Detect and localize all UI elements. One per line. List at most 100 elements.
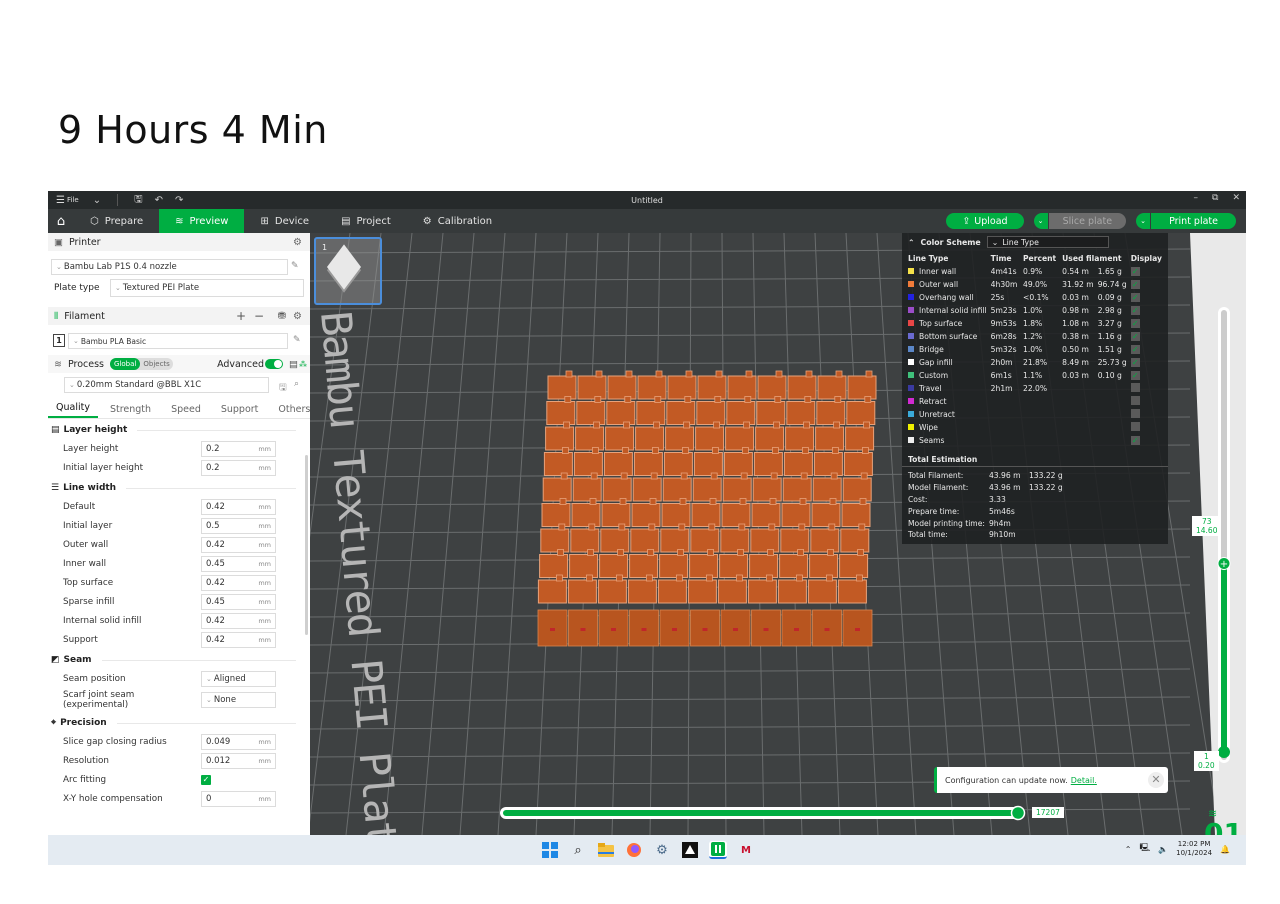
slice-plate-button[interactable]: Slice plate xyxy=(1048,213,1127,229)
redo-icon[interactable]: ↷ xyxy=(175,195,183,206)
compare-icon[interactable]: ⁂ xyxy=(299,360,307,369)
resolution-input[interactable]: 0.012 mm xyxy=(201,752,276,769)
collapse-icon[interactable]: ⌃ xyxy=(908,238,915,247)
list-view-icon[interactable]: ▤ xyxy=(289,359,298,370)
filament-settings-icon[interactable]: ⚙ xyxy=(293,311,302,322)
add-filament-icon[interactable]: + xyxy=(236,309,246,323)
display-checkbox[interactable] xyxy=(1130,396,1140,405)
global-objects-toggle[interactable]: Global Objects xyxy=(110,358,173,370)
settings-icon[interactable]: ⚙ xyxy=(653,841,671,859)
display-checkbox[interactable]: ✓ xyxy=(1130,332,1140,341)
grid-line xyxy=(310,696,1191,702)
display-checkbox[interactable]: ✓ xyxy=(1130,319,1140,328)
display-checkbox[interactable]: ✓ xyxy=(1130,436,1140,445)
autodesk-icon[interactable]: M xyxy=(737,841,755,859)
plate-type-label: Plate type xyxy=(54,283,100,293)
subtab-quality[interactable]: Quality xyxy=(48,402,98,418)
tab-preview[interactable]: ≋ Preview xyxy=(159,209,245,233)
scarf-joint-seam-select[interactable]: ⌄ None xyxy=(201,692,276,708)
print-plate-button[interactable]: Print plate xyxy=(1151,213,1236,229)
volume-icon[interactable]: 🔈 xyxy=(1158,845,1168,854)
plate-type-select[interactable]: ⌄ Textured PEI Plate xyxy=(110,279,304,297)
line-width-initial-layer-input[interactable]: 0.5 mm xyxy=(201,517,276,534)
save-preset-icon[interactable]: 🖫 xyxy=(279,380,287,396)
edit-icon[interactable]: ✎ xyxy=(291,261,299,271)
filament-sync-icon[interactable]: ⛃ xyxy=(278,311,286,322)
print-dropdown-toggle[interactable]: ⌄ xyxy=(1136,213,1151,229)
advanced-toggle[interactable] xyxy=(265,359,283,369)
file-explorer-icon[interactable] xyxy=(597,841,615,859)
seam-position-select[interactable]: ⌄ Aligned xyxy=(201,670,276,687)
file-menu[interactable]: ☰ File xyxy=(56,195,79,206)
sidebar-scrollbar[interactable] xyxy=(305,455,308,635)
initial-layer-height-input[interactable]: 0.2 mm xyxy=(201,459,276,476)
line-width-sparse-infill-input[interactable]: 0.45 mm xyxy=(201,593,276,610)
notification-detail-link[interactable]: Detail. xyxy=(1071,776,1097,785)
layer-height-input[interactable]: 0.2 mm xyxy=(201,440,276,457)
line-width-inner-wall-input[interactable]: 0.45 mm xyxy=(201,555,276,572)
bambu-studio-icon[interactable] xyxy=(709,841,727,859)
printer-select[interactable]: ⌄ Bambu Lab P1S 0.4 nozzle xyxy=(51,259,288,275)
tab-calibration[interactable]: ⚙ Calibration xyxy=(407,209,508,233)
display-checkbox[interactable]: ✓ xyxy=(1130,306,1140,315)
process-preset-select[interactable]: ⌄ 0.20mm Standard @BBL X1C xyxy=(64,377,269,393)
display-checkbox[interactable]: ✓ xyxy=(1130,280,1140,289)
display-checkbox[interactable]: ✓ xyxy=(1130,267,1140,276)
save-icon[interactable]: 🖫 xyxy=(134,192,143,209)
firefox-icon[interactable] xyxy=(625,841,643,859)
line-width-top-surface-input[interactable]: 0.42 mm xyxy=(201,574,276,591)
windows-start-icon[interactable] xyxy=(541,841,559,859)
tab-project[interactable]: ▤ Project xyxy=(325,209,407,233)
line-width-internal-solid-infill-input[interactable]: 0.42 mm xyxy=(201,612,276,629)
slice-dropdown-toggle[interactable]: ⌄ xyxy=(1033,213,1048,229)
line-width-outer-wall-input[interactable]: 0.42 mm xyxy=(201,536,276,553)
undo-icon[interactable]: ↶ xyxy=(155,195,163,206)
remove-filament-icon[interactable]: − xyxy=(254,309,264,323)
plate-thumbnail[interactable]: 1 xyxy=(314,237,382,305)
close-notification-icon[interactable]: ✕ xyxy=(1148,772,1164,788)
notifications-bell-icon[interactable]: 🔔 xyxy=(1220,845,1230,854)
display-checkbox[interactable]: ✓ xyxy=(1130,293,1140,302)
display-checkbox[interactable]: ✓ xyxy=(1130,345,1140,354)
model-tab xyxy=(683,421,691,429)
edit-icon[interactable]: ✎ xyxy=(293,335,301,345)
model-piece xyxy=(755,421,785,451)
inkscape-icon[interactable] xyxy=(681,841,699,859)
model-piece xyxy=(667,370,697,400)
slice-gap-closing-radius-input[interactable]: 0.049 mm xyxy=(201,733,276,750)
model-tab xyxy=(864,396,872,403)
restore-icon[interactable]: ⧉ xyxy=(1212,193,1218,203)
upload-button[interactable]: ⇪ Upload xyxy=(946,213,1024,229)
color-scheme-select[interactable]: ⌄ Line Type xyxy=(986,236,1109,248)
minimize-icon[interactable]: – xyxy=(1194,193,1199,203)
subtab-support[interactable]: Support xyxy=(213,404,267,418)
global-option[interactable]: Global xyxy=(110,358,141,370)
subtab-strength[interactable]: Strength xyxy=(102,404,159,418)
model-tab xyxy=(830,472,838,480)
chevron-down-icon[interactable]: ⌄ xyxy=(93,195,101,206)
display-checkbox[interactable]: ✓ xyxy=(1130,358,1140,367)
search-icon[interactable]: ⌕ xyxy=(294,379,299,389)
subtab-speed[interactable]: Speed xyxy=(163,404,209,418)
home-icon[interactable]: ⌂ xyxy=(48,214,74,229)
show-hidden-icons[interactable]: ⌃ xyxy=(1125,845,1132,854)
display-checkbox[interactable]: ✓ xyxy=(1130,371,1140,380)
clock[interactable]: 12:02 PM 10/1/2024 xyxy=(1176,840,1212,858)
display-checkbox[interactable] xyxy=(1130,383,1140,392)
3d-preview-viewport[interactable]: Bambu Textured PEI Plate 1 ⌃ Color Schem… xyxy=(310,233,1246,835)
search-icon[interactable]: ⌕ xyxy=(569,841,587,859)
line-width-support-input[interactable]: 0.42 mm xyxy=(201,631,276,648)
tab-device[interactable]: ⊞ Device xyxy=(244,209,325,233)
network-icon[interactable]: 🖳 xyxy=(1139,842,1150,856)
arc-fitting-checkbox[interactable]: ✓ xyxy=(201,774,211,785)
display-checkbox[interactable] xyxy=(1130,409,1140,418)
printer-settings-icon[interactable]: ⚙ xyxy=(293,237,302,248)
filament-select[interactable]: ⌄ Bambu PLA Basic xyxy=(68,333,288,349)
display-checkbox[interactable] xyxy=(1130,422,1140,431)
line-width-default-input[interactable]: 0.42 mm xyxy=(201,498,276,515)
tab-prepare[interactable]: ⬡ Prepare xyxy=(74,209,159,233)
close-icon[interactable]: ✕ xyxy=(1232,193,1240,203)
xy-hole-compensation-input[interactable]: 0 mm xyxy=(201,790,276,807)
objects-option[interactable]: Objects xyxy=(140,360,172,368)
subtab-others[interactable]: Others xyxy=(270,404,310,418)
